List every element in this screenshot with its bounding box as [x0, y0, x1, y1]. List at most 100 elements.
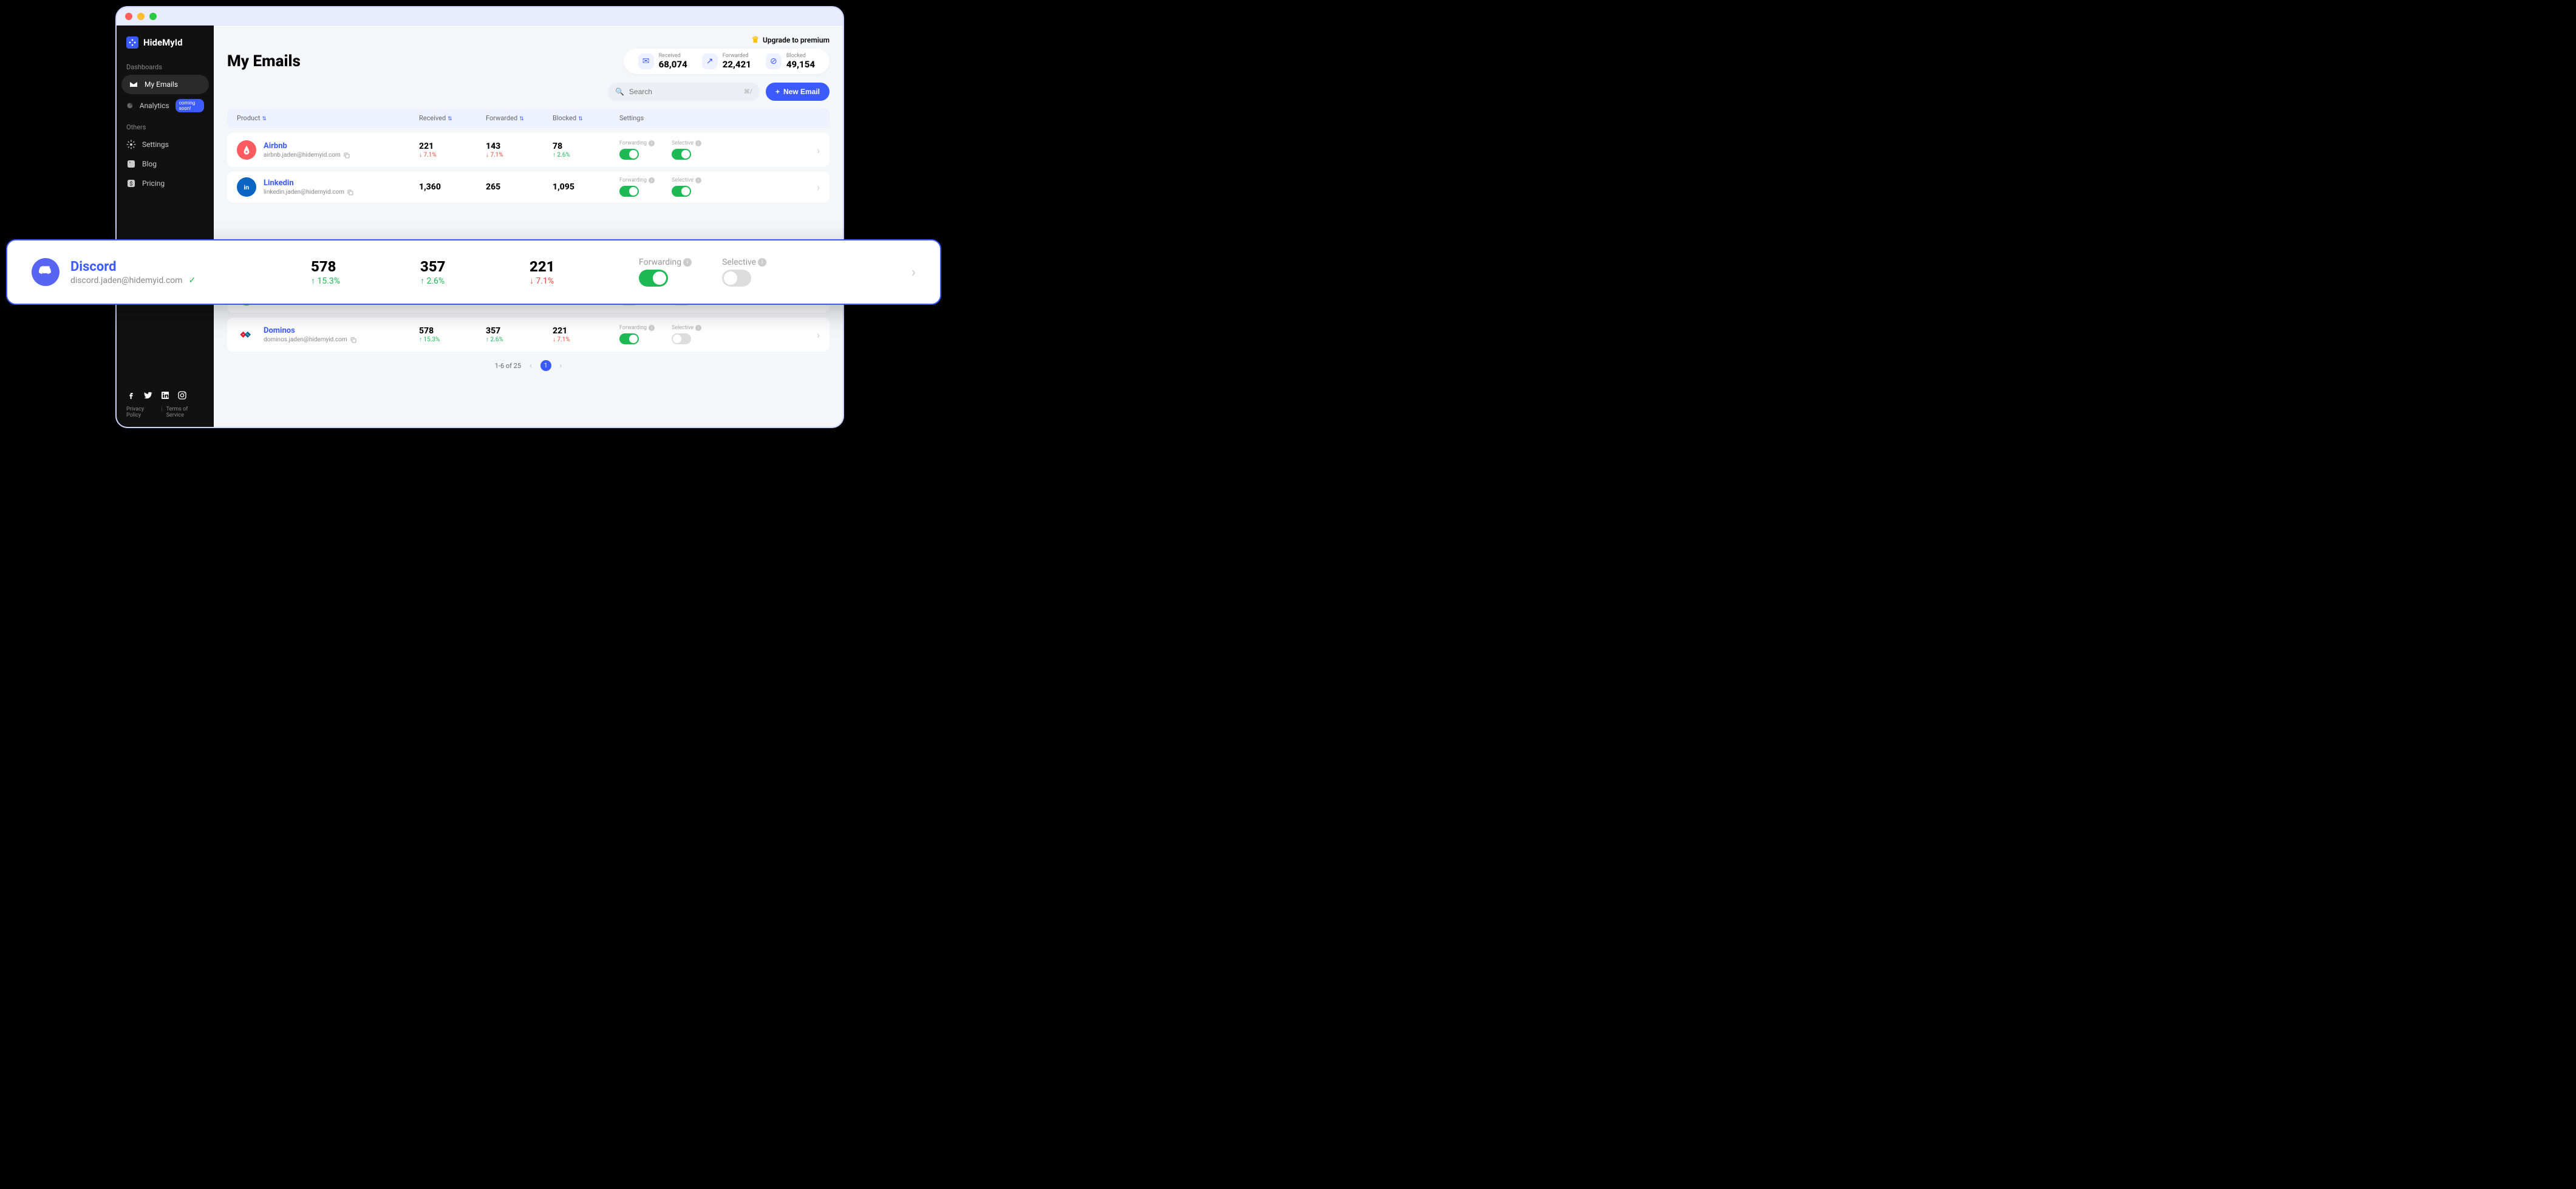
search-box[interactable]: 🔍 ⌘/ — [608, 83, 760, 101]
info-icon[interactable]: i — [649, 325, 655, 331]
selective-toggle[interactable] — [672, 333, 691, 344]
forwarded-cell: 265 — [486, 182, 553, 192]
col-settings: Settings — [619, 114, 820, 122]
upgrade-button[interactable]: ♛ Upgrade to premium — [751, 35, 830, 45]
forwarded-icon: ↗ — [702, 53, 718, 69]
forwarded-cell: 143↓ 7.1% — [486, 141, 553, 158]
logo[interactable]: HideMyId — [117, 36, 214, 57]
expand-chevron[interactable]: › — [817, 182, 820, 193]
facebook-icon[interactable] — [126, 390, 136, 400]
table-row[interactable]: in Linkedin linkedin.jaden@hidemyid.com … — [227, 172, 830, 202]
info-icon[interactable]: i — [695, 325, 701, 331]
blocked-cell: 221 ↓ 7.1% — [530, 258, 639, 286]
product-name: Discord — [70, 259, 196, 274]
nav-analytics[interactable]: Analytics coming soon! — [117, 94, 214, 117]
selective-toggle[interactable] — [672, 149, 691, 160]
blocked-cell: 78↑ 2.6% — [553, 141, 619, 158]
check-icon: ✓ — [189, 276, 196, 285]
legal-links: Privacy Policy | Terms of Service — [126, 406, 204, 421]
info-icon[interactable]: i — [695, 177, 701, 183]
expand-chevron[interactable]: › — [817, 329, 820, 341]
selective-toggle[interactable] — [722, 270, 751, 287]
stat-forwarded: ↗ Forwarded 22,421 — [696, 53, 757, 69]
nav-my-emails[interactable]: My Emails — [121, 75, 209, 94]
new-email-button[interactable]: + New Email — [766, 83, 830, 101]
selective-label: Selective i — [672, 177, 701, 183]
search-shortcut: ⌘/ — [744, 89, 752, 95]
close-dot[interactable] — [125, 13, 132, 20]
delta-up: ↑ 15.3% — [311, 276, 420, 286]
maximize-dot[interactable] — [149, 13, 157, 20]
minimize-dot[interactable] — [137, 13, 145, 20]
crown-icon: ♛ — [751, 35, 759, 45]
selective-label: Selective i — [672, 325, 701, 331]
forwarding-label: Forwarding i — [619, 177, 655, 183]
col-product[interactable]: Product⇅ — [237, 114, 419, 122]
prev-page[interactable]: ‹ — [530, 361, 532, 370]
section-dashboards: Dashboards — [117, 57, 214, 75]
copy-icon[interactable] — [350, 336, 357, 344]
page-1[interactable]: 1 — [540, 360, 551, 371]
airbnb-icon — [237, 140, 256, 160]
col-received[interactable]: Received⇅ — [419, 114, 486, 122]
forwarding-toggle[interactable] — [619, 333, 639, 344]
col-blocked[interactable]: Blocked⇅ — [553, 114, 619, 122]
table-row[interactable]: Airbnb airbnb.jaden@hidemyid.com 221↓ 7.… — [227, 133, 830, 167]
stat-blocked: ⊘ Blocked 49,154 — [760, 53, 821, 69]
selective-toggle[interactable] — [672, 186, 691, 197]
terms-link[interactable]: Terms of Service — [166, 406, 204, 418]
received-cell: 221↓ 7.1% — [419, 141, 486, 158]
info-icon[interactable]: i — [695, 140, 701, 146]
sidebar: HideMyId Dashboards My Emails Analytics … — [117, 26, 214, 427]
product-name: Airbnb — [264, 141, 350, 151]
linkedin-icon: in — [237, 177, 256, 197]
table-row[interactable]: Dominos dominos.jaden@hidemyid.com 578↑ … — [227, 318, 830, 352]
copy-icon[interactable] — [343, 152, 350, 159]
expand-chevron[interactable]: › — [817, 145, 820, 156]
forwarding-toggle[interactable] — [619, 149, 639, 160]
col-forwarded[interactable]: Forwarded⇅ — [486, 114, 553, 122]
product-name: Linkedin — [264, 179, 354, 188]
nav-pricing[interactable]: $ Pricing — [117, 174, 214, 193]
sort-icon: ⇅ — [262, 116, 267, 122]
info-icon[interactable]: i — [683, 258, 692, 267]
social-links — [126, 384, 204, 406]
sort-icon: ⇅ — [519, 116, 524, 122]
privacy-link[interactable]: Privacy Policy — [126, 406, 157, 418]
received-icon: ✉ — [638, 53, 654, 69]
info-icon[interactable]: i — [758, 258, 766, 267]
page-title: My Emails — [227, 52, 301, 70]
svg-text:in: in — [244, 183, 250, 191]
forwarding-toggle[interactable] — [639, 270, 668, 287]
instagram-icon[interactable] — [177, 390, 187, 400]
expand-chevron[interactable]: › — [911, 264, 916, 281]
svg-text:": " — [129, 162, 131, 167]
info-icon[interactable]: i — [649, 140, 655, 146]
info-icon[interactable]: i — [649, 177, 655, 183]
next-page[interactable]: › — [560, 361, 562, 370]
forwarding-toggle[interactable] — [619, 186, 639, 197]
search-input[interactable] — [629, 87, 739, 96]
product-email: linkedin.jaden@hidemyid.com — [264, 189, 354, 196]
plus-icon: + — [775, 87, 780, 96]
highlighted-row[interactable]: Discord discord.jaden@hidemyid.com ✓ 578… — [6, 239, 941, 305]
linkedin-icon[interactable] — [160, 390, 170, 400]
svg-text:$: $ — [129, 180, 132, 187]
selective-label: Selective i — [672, 140, 701, 146]
quote-icon: " — [126, 159, 136, 169]
nav-blog[interactable]: " Blog — [117, 154, 214, 174]
app-window: HideMyId Dashboards My Emails Analytics … — [115, 6, 844, 428]
forwarded-cell: 357 ↑ 2.6% — [420, 258, 530, 286]
nav-settings[interactable]: Settings — [117, 135, 214, 154]
section-others: Others — [117, 117, 214, 135]
blocked-cell: 221↓ 7.1% — [553, 326, 619, 343]
search-icon: 🔍 — [615, 87, 624, 96]
received-cell: 1,360 — [419, 182, 486, 192]
selective-label: Selective i — [722, 257, 766, 267]
received-cell: 578↑ 15.3% — [419, 326, 486, 343]
gear-icon — [126, 140, 136, 149]
copy-icon[interactable] — [347, 189, 354, 196]
delta-down: ↓ 7.1% — [530, 276, 639, 286]
twitter-icon[interactable] — [143, 390, 153, 400]
app-name: HideMyId — [143, 37, 183, 48]
